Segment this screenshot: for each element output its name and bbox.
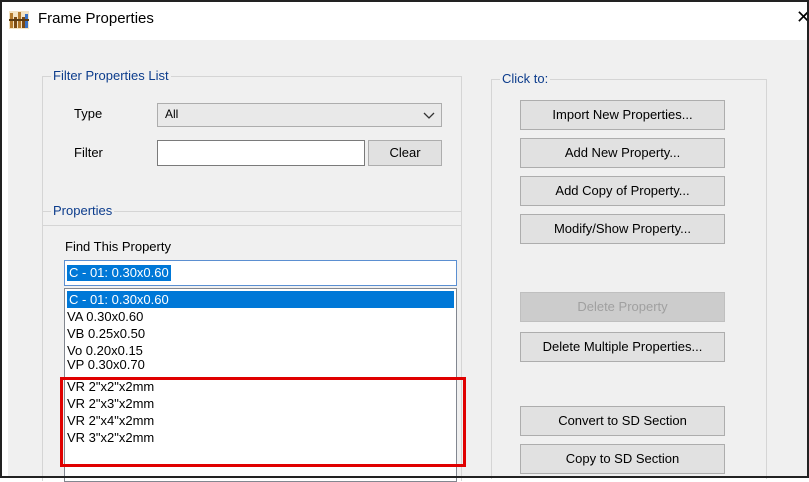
list-item[interactable]: C - 01: 0.30x0.60 xyxy=(67,291,454,308)
chevron-down-icon xyxy=(423,112,435,119)
find-property-input[interactable]: C - 01: 0.30x0.60 xyxy=(64,260,457,286)
close-icon[interactable]: ✕ xyxy=(796,7,809,28)
list-item[interactable]: VP 0.30x0.70 xyxy=(67,356,145,373)
import-properties-button[interactable]: Import New Properties... xyxy=(520,100,725,130)
type-select[interactable]: All xyxy=(157,103,442,127)
copy-to-sd-section-button[interactable]: Copy to SD Section xyxy=(520,444,725,474)
find-property-value: C - 01: 0.30x0.60 xyxy=(67,265,171,281)
actions-group-legend: Click to: xyxy=(500,71,551,86)
type-label: Type xyxy=(74,106,103,121)
title-bar: Frame Properties ✕ xyxy=(0,0,809,40)
list-item[interactable]: VR 2"x2"x2mm xyxy=(67,378,154,395)
properties-group: Properties Find This Property C - 01: 0.… xyxy=(42,203,462,482)
add-new-property-button[interactable]: Add New Property... xyxy=(520,138,725,168)
delete-property-button: Delete Property xyxy=(520,292,725,322)
window-title: Frame Properties xyxy=(38,10,154,27)
add-copy-property-button[interactable]: Add Copy of Property... xyxy=(520,176,725,206)
clear-button[interactable]: Clear xyxy=(368,140,442,166)
filter-label: Filter xyxy=(74,145,103,160)
list-item[interactable]: VR 3"x2"x2mm xyxy=(67,429,154,446)
type-select-value: All xyxy=(165,107,179,121)
dialog-body: Filter Properties List Type All Filter C… xyxy=(8,40,809,482)
actions-group: Click to: Import New Properties... Add N… xyxy=(491,71,767,479)
filter-group-legend: Filter Properties List xyxy=(51,68,171,83)
list-item[interactable]: VA 0.30x0.60 xyxy=(67,308,143,325)
list-item[interactable]: VR 2"x3"x2mm xyxy=(67,395,154,412)
filter-input[interactable] xyxy=(157,140,365,166)
frame-properties-app-icon xyxy=(9,11,29,29)
convert-to-sd-section-button[interactable]: Convert to SD Section xyxy=(520,406,725,436)
delete-multiple-properties-button[interactable]: Delete Multiple Properties... xyxy=(520,332,725,362)
find-property-label: Find This Property xyxy=(65,239,171,254)
modify-show-property-button[interactable]: Modify/Show Property... xyxy=(520,214,725,244)
properties-group-legend: Properties xyxy=(51,203,115,218)
properties-listbox[interactable]: C - 01: 0.30x0.60 VA 0.30x0.60 VB 0.25x0… xyxy=(64,288,457,482)
list-item[interactable]: VB 0.25x0.50 xyxy=(67,325,145,342)
list-item[interactable]: VR 2"x4"x2mm xyxy=(67,412,154,429)
